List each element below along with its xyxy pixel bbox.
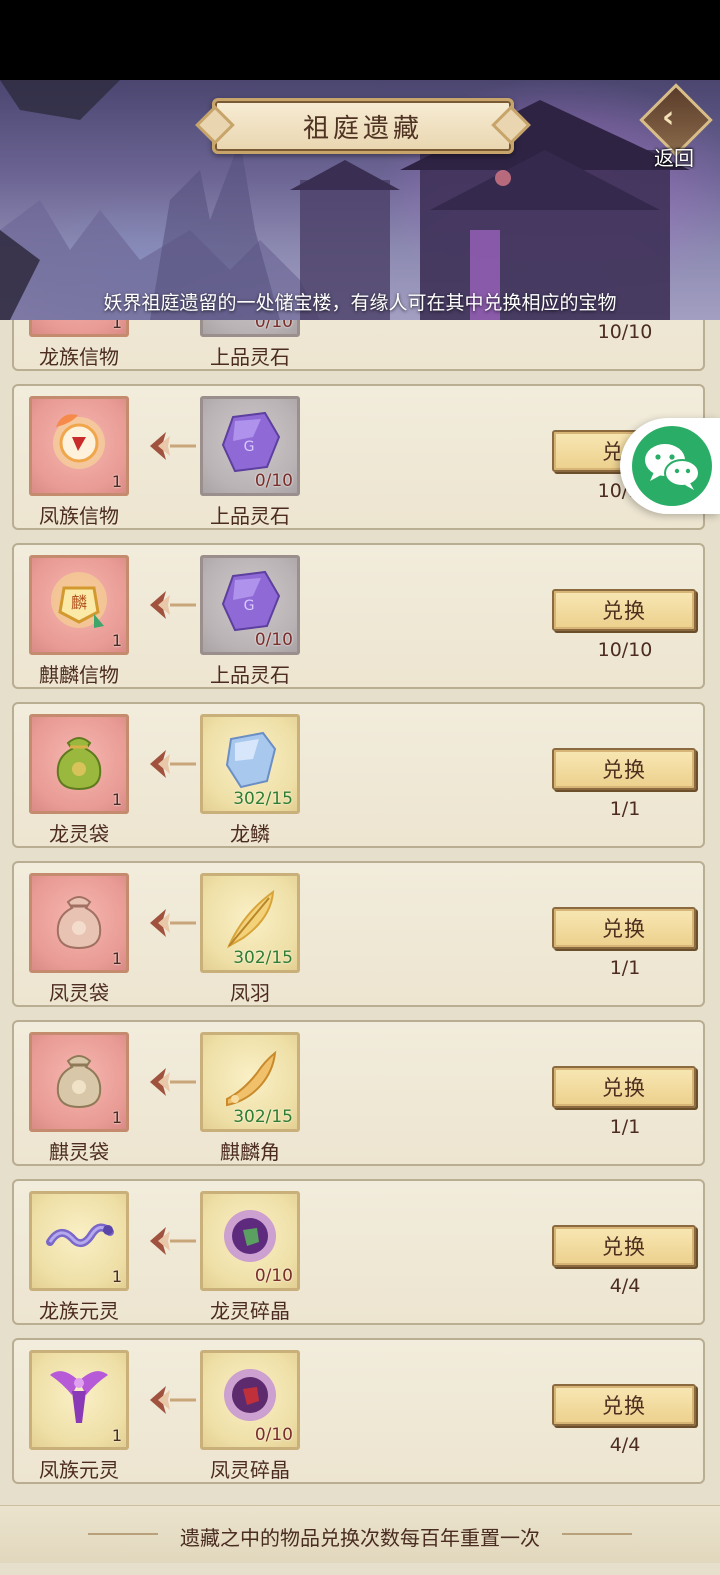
reward-slot[interactable]: 1: [29, 1191, 129, 1291]
cost-name: 上品灵石: [210, 345, 290, 369]
cost-name: 上品灵石: [210, 504, 290, 528]
cost-slot[interactable]: 302/15: [200, 714, 300, 814]
exchange-limit: 1/1: [609, 957, 641, 979]
cost-slot[interactable]: 0/10: [200, 1350, 300, 1450]
svg-text:G: G: [244, 598, 255, 614]
reward-quantity: 1: [111, 1426, 122, 1445]
reward-name: 麒灵袋: [49, 1140, 109, 1164]
exchange-card: 1 302/15 麒灵袋 麒麟角 兑换 1/1: [12, 1020, 705, 1166]
reward-slot[interactable]: 1: [29, 396, 129, 496]
exchange-arrow-icon: [140, 585, 198, 629]
exchange-limit: 10/10: [597, 321, 653, 343]
cost-slot[interactable]: G 0/10: [200, 396, 300, 496]
reward-quantity: 1: [111, 1267, 122, 1286]
cost-quantity: 0/10: [254, 630, 293, 650]
reward-name: 麒麟信物: [39, 663, 119, 687]
reward-quantity: 1: [111, 1108, 122, 1127]
reward-slot[interactable]: 1: [29, 873, 129, 973]
exchange-arrow-icon: [140, 426, 198, 470]
svg-text:G: G: [244, 439, 255, 455]
reward-slot[interactable]: 1: [29, 1350, 129, 1450]
cost-quantity: 0/10: [254, 471, 293, 491]
exchange-button[interactable]: 兑换: [552, 1066, 696, 1108]
exchange-arrow-icon: [140, 1380, 198, 1424]
exchange-button[interactable]: 兑换: [552, 589, 696, 631]
back-button[interactable]: ‹ 返回: [639, 83, 713, 170]
cost-name: 龙鳞: [230, 822, 270, 846]
cost-name: 凤羽: [230, 981, 270, 1005]
reward-quantity: 1: [111, 631, 122, 650]
exchange-card: 1 0/10 龙族元灵 龙灵碎晶 兑换 4/4: [12, 1179, 705, 1325]
cost-name: 龙灵碎晶: [210, 1299, 290, 1323]
status-bar: [0, 0, 720, 80]
reward-slot[interactable]: 1: [29, 714, 129, 814]
cost-quantity: 0/10: [254, 1425, 293, 1445]
reward-quantity: 1: [111, 472, 122, 491]
reward-name: 龙族元灵: [39, 1299, 119, 1323]
cost-name: 上品灵石: [210, 663, 290, 687]
cost-name: 凤灵碎晶: [210, 1458, 290, 1482]
reward-name: 龙灵袋: [49, 822, 109, 846]
cost-name: 麒麟角: [220, 1140, 280, 1164]
footer-note-bar: 遗藏之中的物品兑换次数每百年重置一次: [0, 1505, 720, 1564]
page-subtitle: 妖界祖庭遗留的一处储宝楼，有缘人可在其中兑换相应的宝物: [103, 292, 617, 314]
back-arrow-icon: ‹: [662, 100, 675, 135]
exchange-card: 1 302/15 龙灵袋 龙鳞 兑换 1/1: [12, 702, 705, 848]
reward-quantity: 1: [111, 949, 122, 968]
cost-quantity: 0/10: [254, 320, 293, 332]
reward-name: 凤族信物: [39, 504, 119, 528]
reward-quantity: 1: [111, 790, 122, 809]
back-label: 返回: [654, 146, 694, 170]
exchange-button[interactable]: 兑换: [552, 1384, 696, 1426]
reward-slot[interactable]: 麟1: [29, 555, 129, 655]
exchange-limit: 4/4: [609, 1275, 641, 1297]
reward-name: 龙族信物: [39, 345, 119, 369]
svg-text:麟: 麟: [71, 593, 87, 612]
exchange-arrow-icon: [140, 1221, 198, 1265]
wechat-icon: [632, 426, 712, 506]
cost-quantity: 302/15: [233, 789, 293, 809]
cost-quantity: 302/15: [233, 948, 293, 968]
exchange-card: 1G0/10凤族信物上品灵石兑换10/10: [12, 384, 705, 530]
exchange-arrow-icon: [140, 1062, 198, 1106]
reward-quantity: 1: [111, 320, 122, 332]
exchange-button[interactable]: 兑换: [552, 748, 696, 790]
page-title: 祖庭遗藏: [212, 98, 514, 154]
reward-slot[interactable]: 1: [29, 320, 129, 337]
exchange-card: 1G0/10龙族信物上品灵石兑换10/10: [12, 320, 705, 371]
wechat-float-button[interactable]: [620, 418, 720, 514]
cost-slot[interactable]: G0/10: [200, 320, 300, 337]
cost-slot[interactable]: 302/15: [200, 873, 300, 973]
exchange-arrow-icon: [140, 903, 198, 947]
exchange-button[interactable]: 兑换: [552, 1225, 696, 1267]
page-header: 祖庭遗藏 ‹ 返回 妖界祖庭遗留的一处储宝楼，有缘人可在其中兑换相应的宝物: [0, 80, 720, 320]
exchange-card: 麟 1 G 0/10 麒麟信物 上品灵石 兑换 10/10: [12, 543, 705, 689]
reward-name: 凤族元灵: [39, 1458, 119, 1482]
cost-slot[interactable]: 0/10: [200, 1191, 300, 1291]
footer-ornament-right: [562, 1533, 632, 1535]
cost-slot[interactable]: G 0/10: [200, 555, 300, 655]
exchange-limit: 1/1: [609, 1116, 641, 1138]
exchange-limit: 4/4: [609, 1434, 641, 1456]
exchange-arrow-icon: [140, 744, 198, 788]
exchange-card: 1 0/10 凤族元灵 凤灵碎晶 兑换 4/4: [12, 1338, 705, 1484]
reward-slot[interactable]: 1: [29, 1032, 129, 1132]
exchange-limit: 10/10: [597, 639, 653, 661]
footer-note: 遗藏之中的物品兑换次数每百年重置一次: [180, 1526, 540, 1550]
exchange-list[interactable]: 1G0/10龙族信物上品灵石兑换10/101G0/10凤族信物上品灵石兑换10/…: [0, 320, 720, 1505]
exchange-button[interactable]: 兑换: [552, 907, 696, 949]
bottom-strip: [0, 1563, 720, 1575]
exchange-card: 1 302/15 凤灵袋 凤羽 兑换 1/1: [12, 861, 705, 1007]
exchange-limit: 1/1: [609, 798, 641, 820]
reward-name: 凤灵袋: [49, 981, 109, 1005]
cost-slot[interactable]: 302/15: [200, 1032, 300, 1132]
cost-quantity: 0/10: [254, 1266, 293, 1286]
cost-quantity: 302/15: [233, 1107, 293, 1127]
